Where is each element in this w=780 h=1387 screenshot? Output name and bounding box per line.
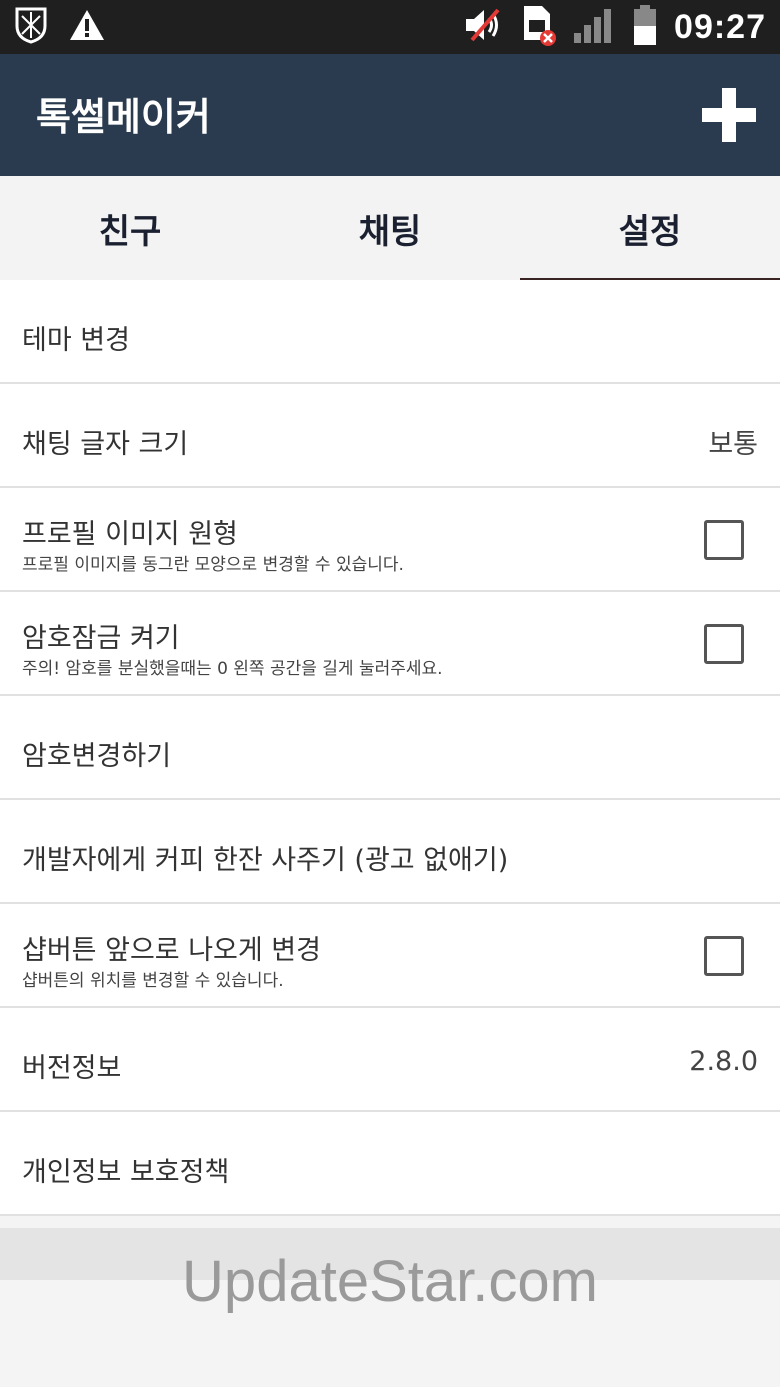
setting-title: 암호잠금 켜기 (22, 623, 180, 654)
setting-title: 개인정보 보호정책 (22, 1157, 230, 1188)
sim-error-icon (520, 4, 557, 50)
shield-icon (14, 6, 48, 48)
warning-icon (68, 8, 106, 46)
tab-bar: 친구 채팅 설정 (0, 176, 780, 282)
tab-settings[interactable]: 설정 (520, 176, 780, 282)
profile-round-checkbox[interactable] (704, 520, 744, 560)
watermark: UpdateStar.com (182, 1249, 598, 1314)
tab-chat[interactable]: 채팅 (260, 176, 520, 280)
lock-checkbox[interactable] (704, 624, 744, 664)
clock: 09:27 (674, 7, 766, 46)
setting-value: 보통 (708, 429, 758, 460)
add-button[interactable] (702, 88, 756, 142)
setting-theme[interactable]: 테마 변경 (0, 280, 780, 384)
setting-title: 샵버튼 앞으로 나오게 변경 (22, 935, 321, 966)
shop-button-checkbox[interactable] (704, 936, 744, 976)
volume-muted-icon (462, 6, 504, 48)
settings-list: 테마 변경 채팅 글자 크기 보통 프로필 이미지 원형 프로필 이미지를 동그… (0, 280, 780, 1216)
status-bar: 09:27 (0, 0, 780, 54)
battery-icon (632, 4, 658, 50)
setting-title: 버전정보 (22, 1053, 122, 1084)
plus-icon (702, 88, 756, 142)
setting-subtitle: 주의! 암호를 분실했을때는 0 왼쪽 공간을 길게 눌러주세요. (22, 659, 443, 679)
setting-subtitle: 샵버튼의 위치를 변경할 수 있습니다. (22, 971, 284, 991)
setting-subtitle: 프로필 이미지를 동그란 모양으로 변경할 수 있습니다. (22, 555, 404, 575)
setting-buy-coffee[interactable]: 개발자에게 커피 한잔 사주기 (광고 없애기) (0, 800, 780, 904)
tab-friends[interactable]: 친구 (0, 176, 260, 280)
setting-version[interactable]: 버전정보 2.8.0 (0, 1008, 780, 1112)
app-title: 톡썰메이커 (36, 95, 211, 139)
signal-icon (572, 5, 616, 49)
setting-title: 테마 변경 (22, 325, 130, 356)
setting-font-size[interactable]: 채팅 글자 크기 보통 (0, 384, 780, 488)
setting-change-password[interactable]: 암호변경하기 (0, 696, 780, 800)
setting-title: 채팅 글자 크기 (22, 429, 189, 460)
setting-shop-button[interactable]: 샵버튼 앞으로 나오게 변경 샵버튼의 위치를 변경할 수 있습니다. (0, 904, 780, 1008)
setting-privacy[interactable]: 개인정보 보호정책 (0, 1112, 780, 1216)
setting-title: 프로필 이미지 원형 (22, 519, 238, 550)
setting-profile-round[interactable]: 프로필 이미지 원형 프로필 이미지를 동그란 모양으로 변경할 수 있습니다. (0, 488, 780, 592)
app-bar: 톡썰메이커 (0, 54, 780, 176)
setting-title: 암호변경하기 (22, 741, 172, 772)
setting-title: 개발자에게 커피 한잔 사주기 (광고 없애기) (22, 845, 509, 876)
version-value: 2.8.0 (689, 1046, 758, 1077)
setting-lock[interactable]: 암호잠금 켜기 주의! 암호를 분실했을때는 0 왼쪽 공간을 길게 눌러주세요… (0, 592, 780, 696)
